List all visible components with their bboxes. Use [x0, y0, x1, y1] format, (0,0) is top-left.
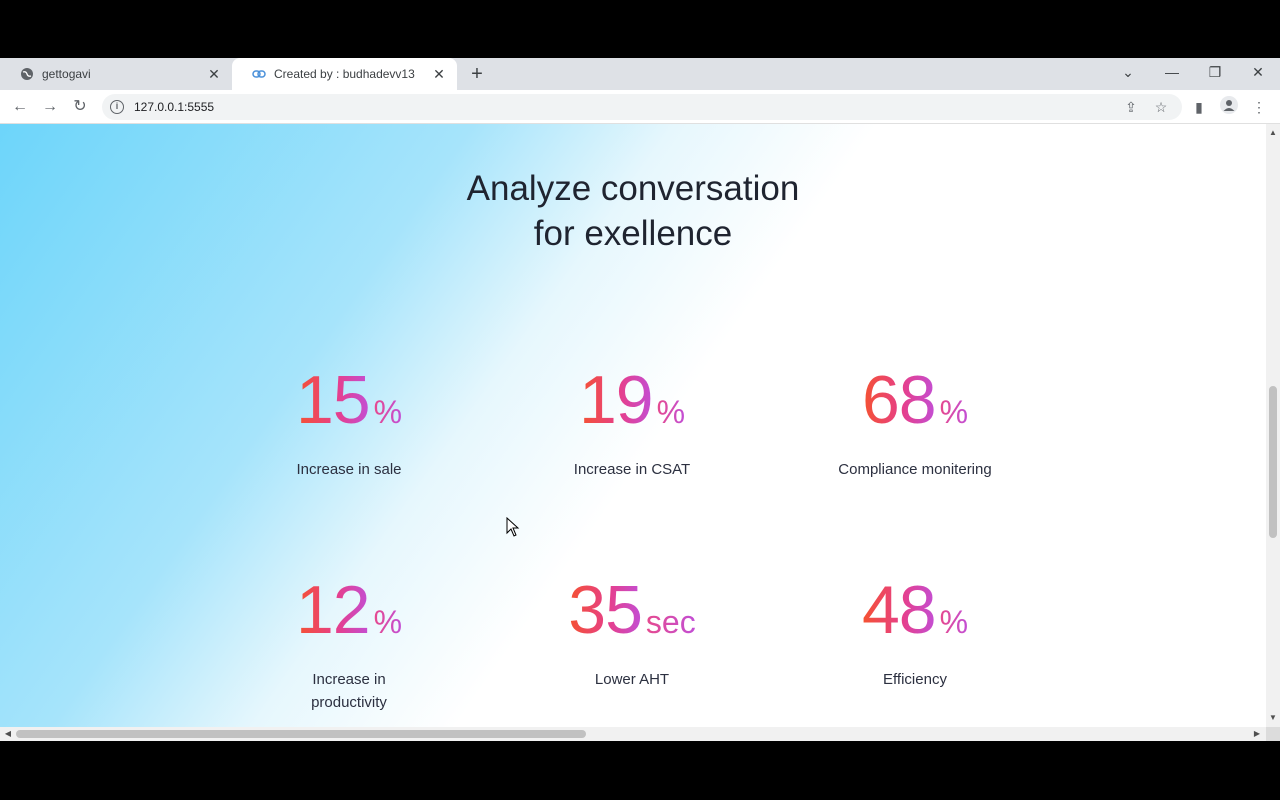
stat-label: Compliance monitering	[838, 461, 992, 478]
tab-title: Created by : budhadevv13	[274, 67, 415, 81]
stat-value: 35	[568, 572, 643, 648]
globe-icon	[20, 67, 34, 81]
stat-increase-in-sale: 15% Increase in sale	[219, 360, 479, 481]
new-tab-button[interactable]: +	[466, 58, 488, 90]
back-icon[interactable]: ←	[9, 96, 31, 118]
page-title: Analyze conversation for exellence	[0, 166, 1266, 256]
page-viewport: Analyze conversation for exellence 15% I…	[0, 124, 1266, 727]
share-icon[interactable]: ⇪	[1120, 96, 1142, 118]
stat-label: Increase in sale	[296, 461, 402, 478]
close-icon[interactable]: ✕	[431, 66, 447, 82]
scroll-left-icon[interactable]: ◀	[1, 727, 15, 741]
stat-increase-in-productivity: 12% Increase in productivity	[219, 570, 479, 714]
stat-compliance-monitoring: 68% Compliance monitering	[785, 360, 1045, 481]
scroll-right-icon[interactable]: ▶	[1250, 727, 1264, 741]
tab-created-by[interactable]: Created by : budhadevv13 ✕	[232, 58, 457, 90]
vertical-scroll-thumb[interactable]	[1269, 386, 1277, 538]
bookmark-star-icon[interactable]: ☆	[1150, 96, 1172, 118]
stat-value: 19	[578, 362, 654, 438]
side-panel-icon[interactable]: ▮	[1188, 96, 1210, 118]
stat-efficiency: 48% Efficiency	[785, 570, 1045, 691]
forward-icon[interactable]: →	[39, 96, 61, 118]
stat-unit: %	[373, 394, 403, 430]
stat-label: Increase in CSAT	[573, 461, 691, 478]
scroll-down-icon[interactable]: ▼	[1266, 711, 1280, 725]
link-icon	[252, 67, 266, 81]
vertical-scrollbar[interactable]: ▲ ▼	[1266, 124, 1280, 727]
close-icon[interactable]: ✕	[206, 66, 222, 82]
stat-lower-aht: 35 sec Lower AHT	[502, 570, 762, 691]
stat-unit: %	[939, 394, 969, 430]
restore-icon[interactable]: ❐	[1195, 58, 1235, 86]
scrollbar-corner	[1266, 727, 1280, 741]
scroll-up-icon[interactable]: ▲	[1266, 126, 1280, 140]
title-line-1: Analyze conversation	[466, 169, 800, 208]
address-bar[interactable]: i 127.0.0.1:5555	[102, 94, 1182, 120]
stat-value: 48	[861, 572, 937, 648]
stat-label: Lower AHT	[594, 671, 670, 688]
reload-icon[interactable]: ↻	[69, 96, 91, 118]
stat-label: Increase in productivity	[219, 668, 479, 714]
stat-label-line: productivity	[311, 694, 387, 711]
close-window-icon[interactable]: ✕	[1238, 58, 1278, 86]
stat-label-line: Increase in	[312, 671, 386, 688]
stat-unit: %	[939, 604, 969, 640]
stat-value: 68	[861, 362, 937, 438]
mouse-cursor-icon	[506, 516, 520, 542]
info-icon[interactable]: i	[110, 100, 124, 114]
title-line-2: for exellence	[533, 214, 733, 253]
stat-label: Efficiency	[883, 671, 947, 688]
stat-unit: %	[373, 604, 403, 640]
tab-title: gettogavi	[42, 67, 91, 81]
stat-value: 15	[295, 362, 371, 438]
stat-unit: %	[656, 394, 686, 430]
stat-unit: sec	[645, 604, 696, 640]
horizontal-scrollbar[interactable]: ◀ ▶	[0, 727, 1266, 741]
screen-frame: gettogavi ✕ Created by : budhadevv13 ✕ +…	[0, 0, 1280, 800]
browser-toolbar: ← → ↻ i 127.0.0.1:5555 ⇪ ☆ ▮ ⋮	[0, 90, 1280, 124]
profile-icon[interactable]	[1218, 96, 1240, 118]
stat-value: 12	[295, 572, 371, 648]
tab-gettogavi[interactable]: gettogavi ✕	[0, 58, 232, 90]
horizontal-scroll-thumb[interactable]	[16, 730, 586, 738]
url-text: 127.0.0.1:5555	[134, 100, 215, 114]
stat-increase-in-csat: 19% Increase in CSAT	[502, 360, 762, 481]
tab-search-icon[interactable]: ⌄	[1108, 58, 1148, 86]
minimize-icon[interactable]: —	[1152, 58, 1192, 86]
menu-kebab-icon[interactable]: ⋮	[1248, 96, 1270, 118]
